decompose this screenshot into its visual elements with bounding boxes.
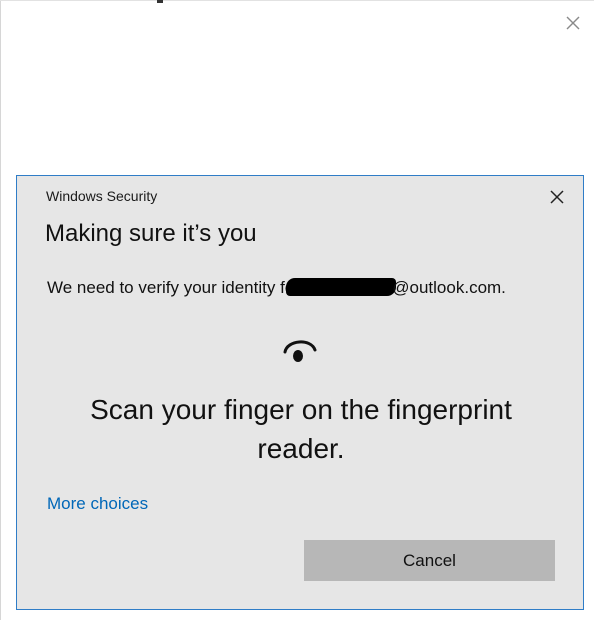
background-close-button[interactable] [562, 12, 584, 34]
email-domain: @outlook.com. [392, 278, 506, 297]
windows-security-dialog: Windows Security Making sure it’s you We… [16, 175, 584, 610]
verify-prefix: We need to verify your identity fo [47, 278, 295, 297]
background-text-fragment [157, 0, 163, 3]
cancel-button[interactable]: Cancel [304, 540, 555, 581]
more-choices-link[interactable]: More choices [47, 494, 148, 514]
close-icon [566, 16, 580, 30]
scan-instruction: Scan your finger on the fingerprint read… [90, 394, 512, 464]
redaction-mark [286, 278, 397, 296]
background-window-top-edge [0, 0, 594, 1]
background-window-edge [0, 0, 1, 620]
dialog-heading: Making sure it’s you [45, 220, 257, 247]
fingerprint-icon [279, 334, 319, 366]
close-icon [550, 190, 564, 204]
dialog-close-button[interactable] [547, 187, 567, 207]
dialog-title: Windows Security [46, 188, 158, 204]
verify-identity-text: We need to verify your identity fo @outlo… [47, 278, 506, 298]
